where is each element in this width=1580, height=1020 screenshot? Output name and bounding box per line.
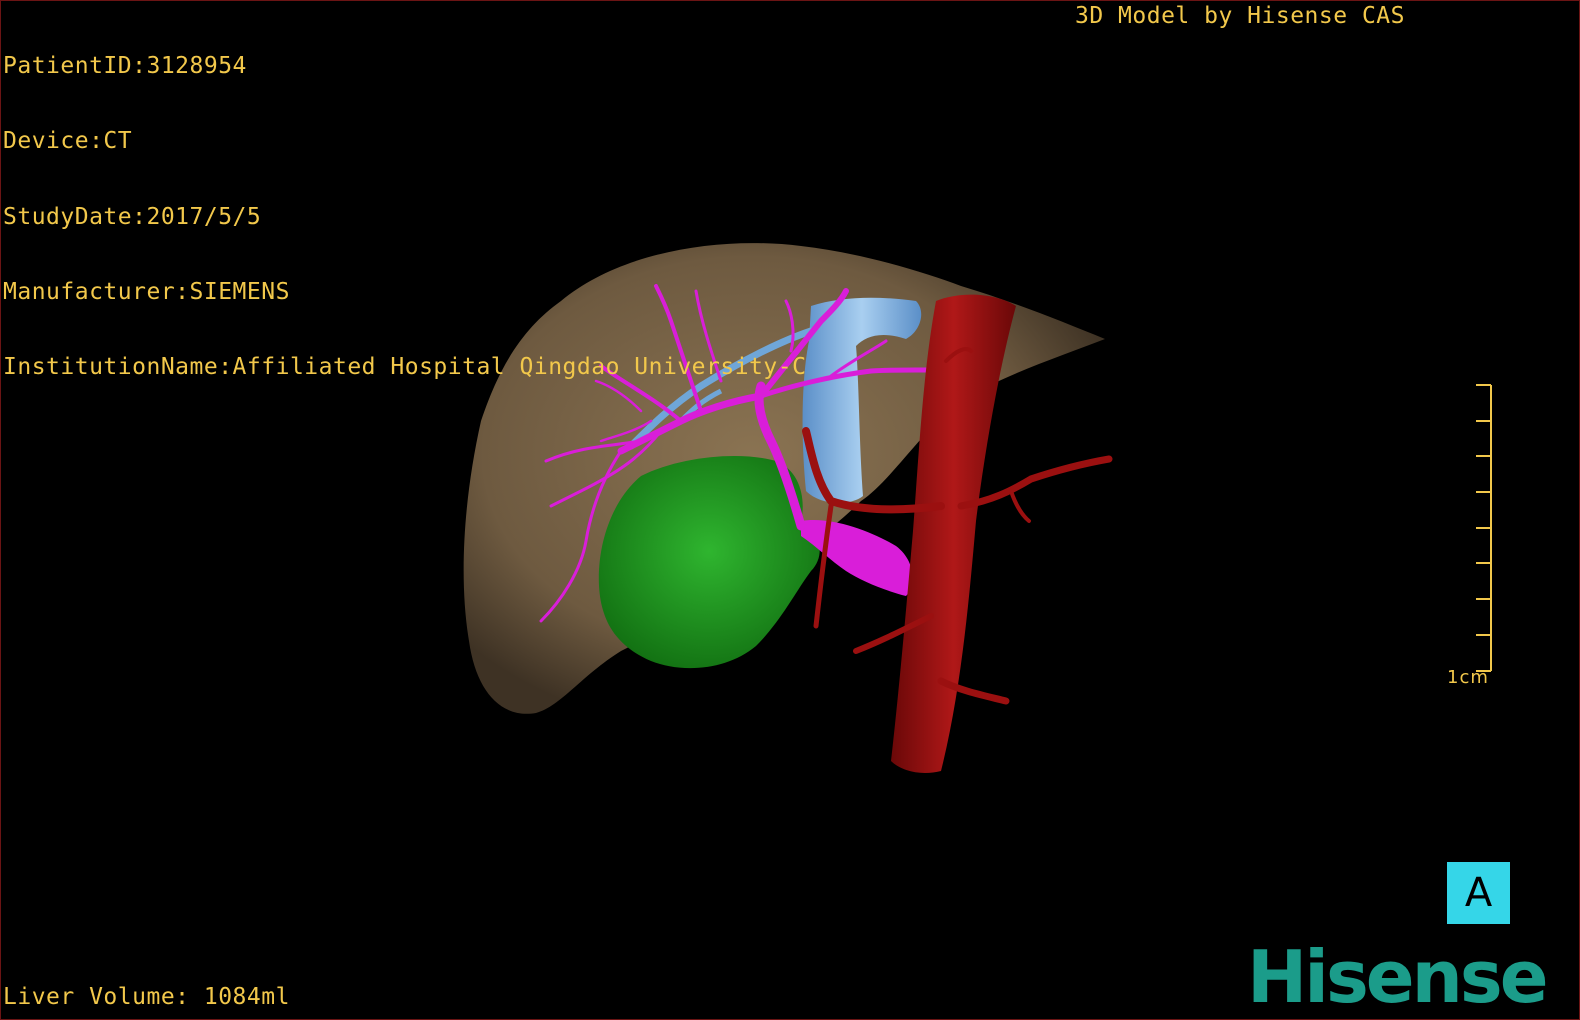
- institution-label: InstitutionName:Affiliated Hospital Qing…: [3, 354, 807, 381]
- liver-volume-label: Liver Volume: 1084ml: [3, 984, 290, 1010]
- hisense-logo: Hisense: [1247, 935, 1549, 1019]
- patient-id-label: PatientID:3128954: [3, 53, 247, 79]
- scale-bar-label: 1cm: [1447, 667, 1489, 688]
- scale-bar: [1476, 384, 1492, 672]
- manufacturer-label: Manufacturer:SIEMENS: [3, 278, 290, 305]
- orientation-marker-button[interactable]: A: [1447, 862, 1510, 924]
- 3d-viewport[interactable]: PatientID:3128954 Device:CT StudyDate:20…: [0, 0, 1580, 1020]
- study-info-panel: PatientID:3128954 Device:CT StudyDate:20…: [3, 4, 806, 430]
- device-label: Device:CT: [3, 128, 133, 155]
- study-date-label: StudyDate:2017/5/5: [3, 203, 262, 230]
- model-credit-label: 3D Model by Hisense CAS: [1075, 3, 1405, 29]
